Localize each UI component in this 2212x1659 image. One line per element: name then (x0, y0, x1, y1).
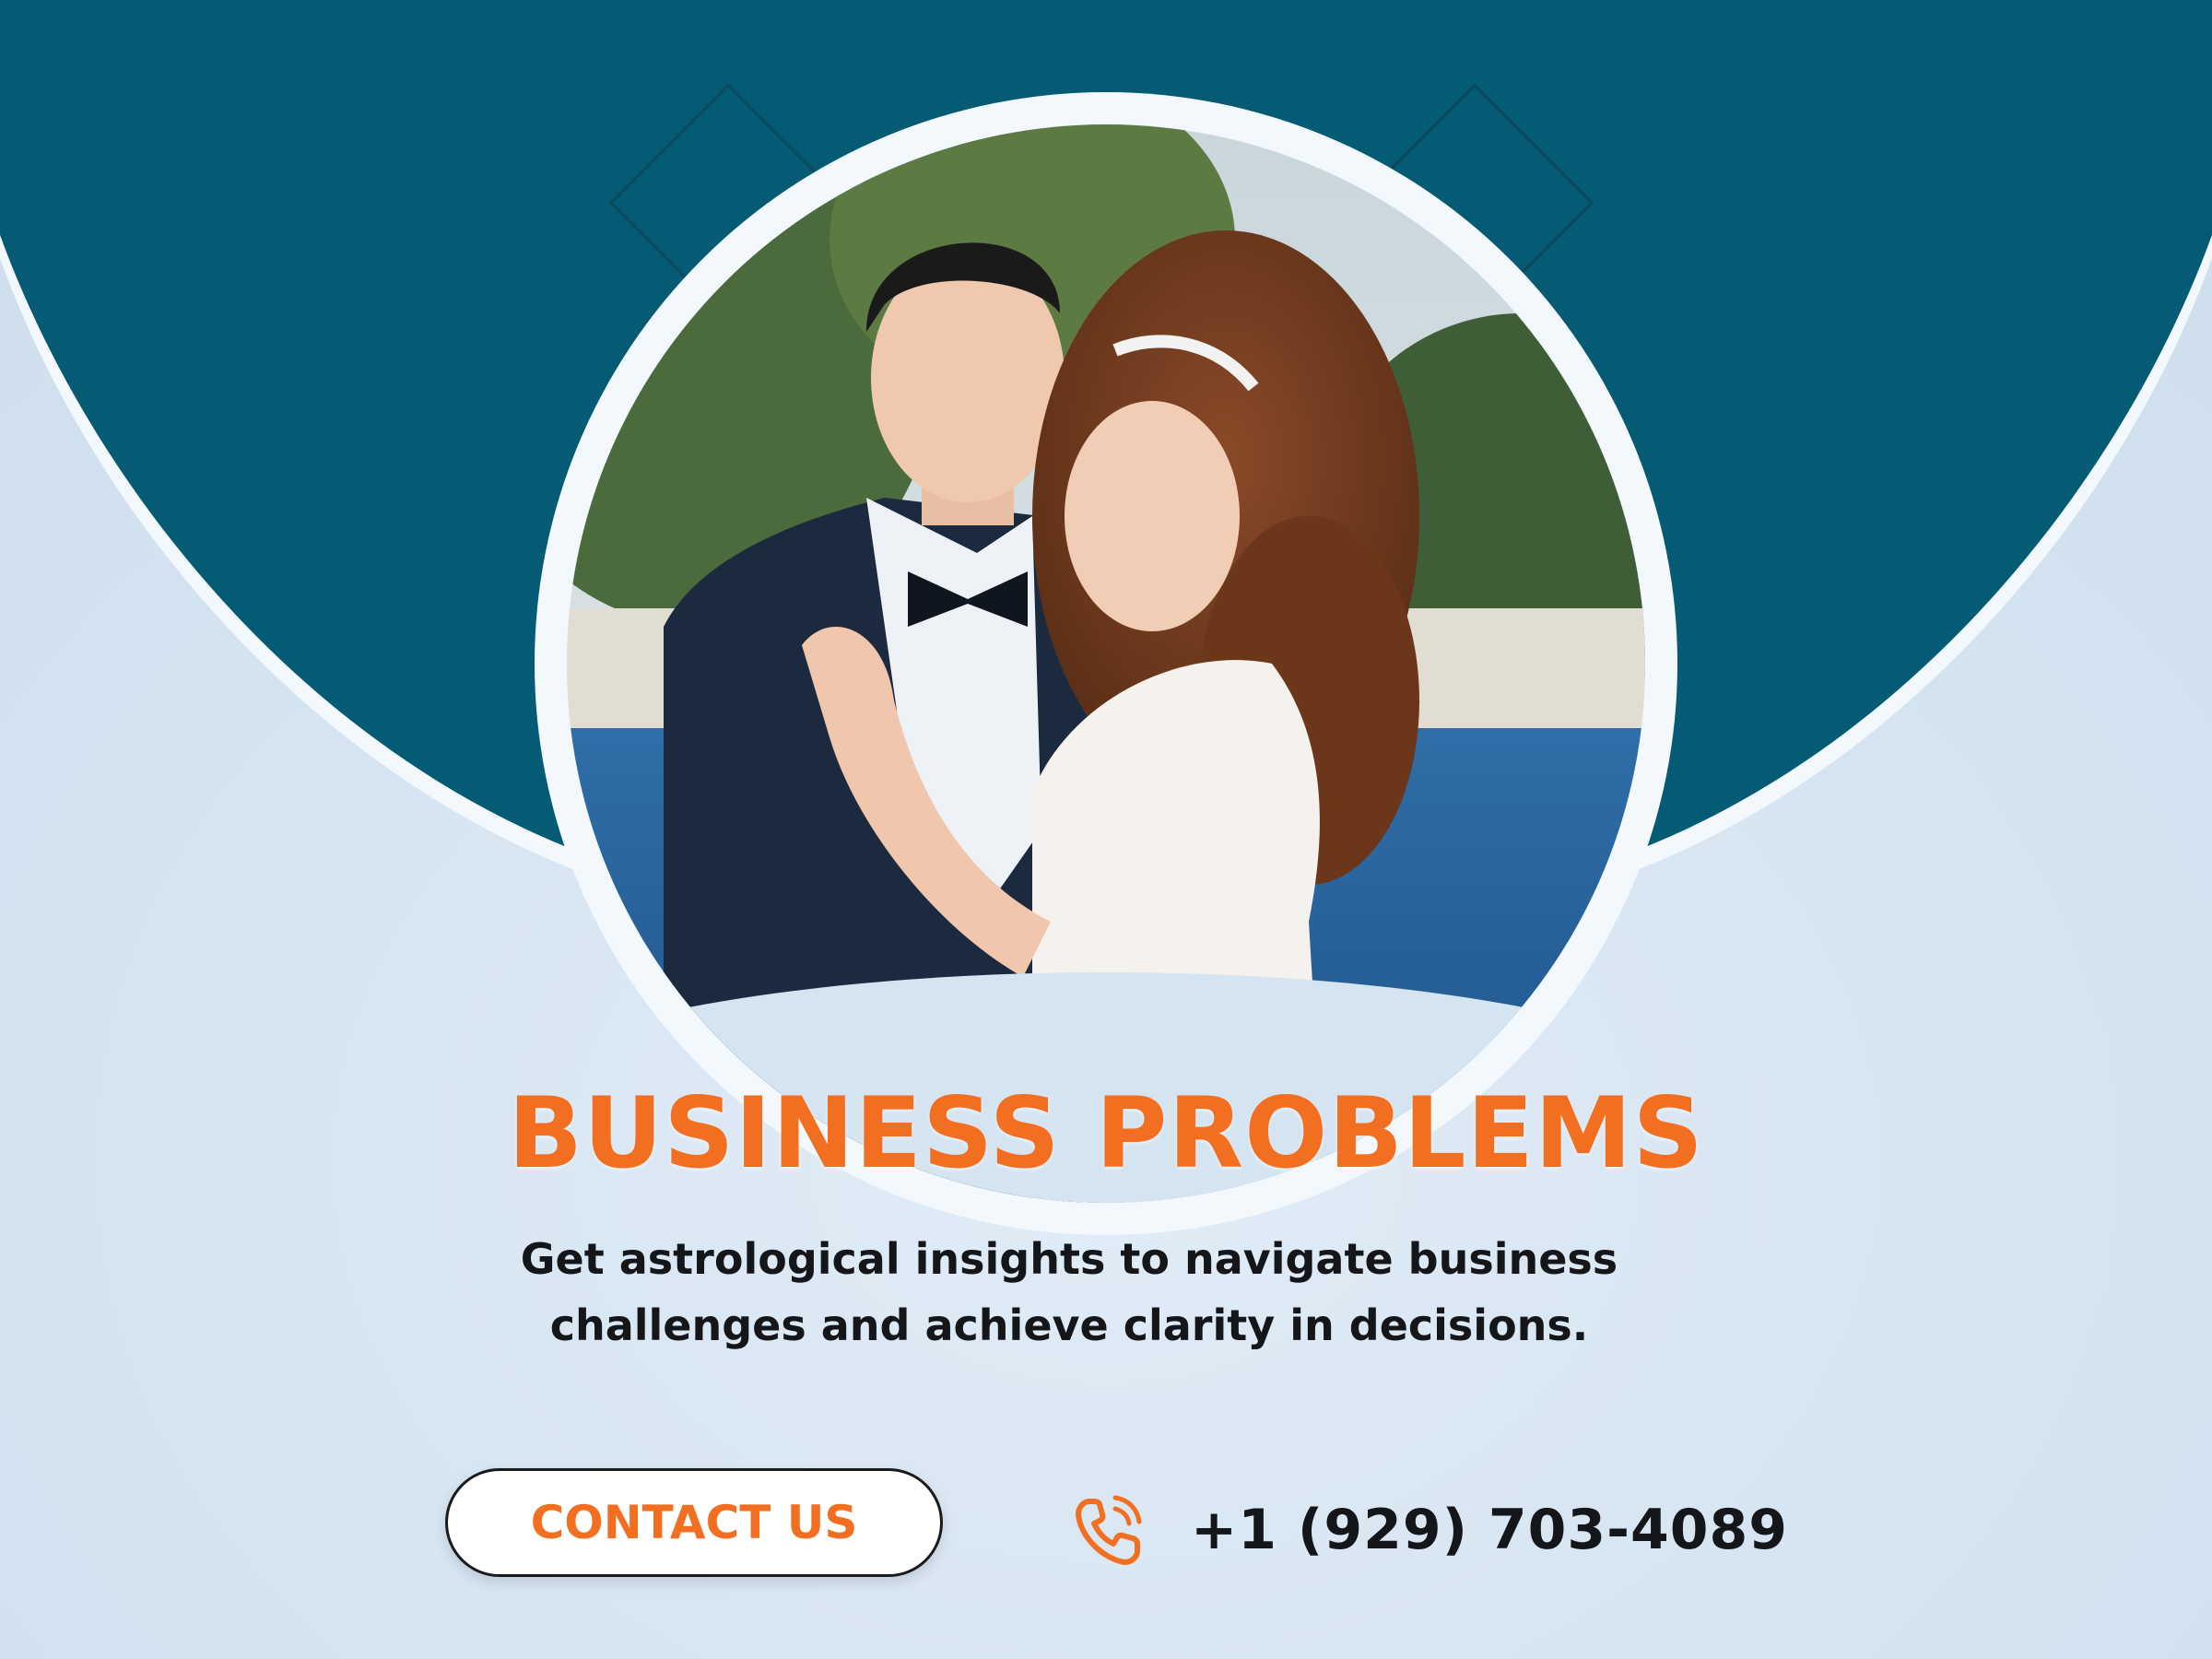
phone-number[interactable]: +1 (929) 703-4089 (1191, 1498, 1788, 1562)
phone-icon (1076, 1495, 1142, 1565)
promo-banner: BUSINESS PROBLEMS Get astrological insig… (0, 0, 2212, 1659)
wedding-couple-photo (535, 92, 1677, 1235)
headline: BUSINESS PROBLEMS (508, 1077, 1704, 1190)
phone-contact[interactable]: +1 (929) 703-4089 (1069, 1484, 1788, 1576)
description-text: Get astrological insights to navigate bu… (520, 1234, 1618, 1350)
contact-us-button[interactable]: CONTACT US (445, 1468, 943, 1577)
